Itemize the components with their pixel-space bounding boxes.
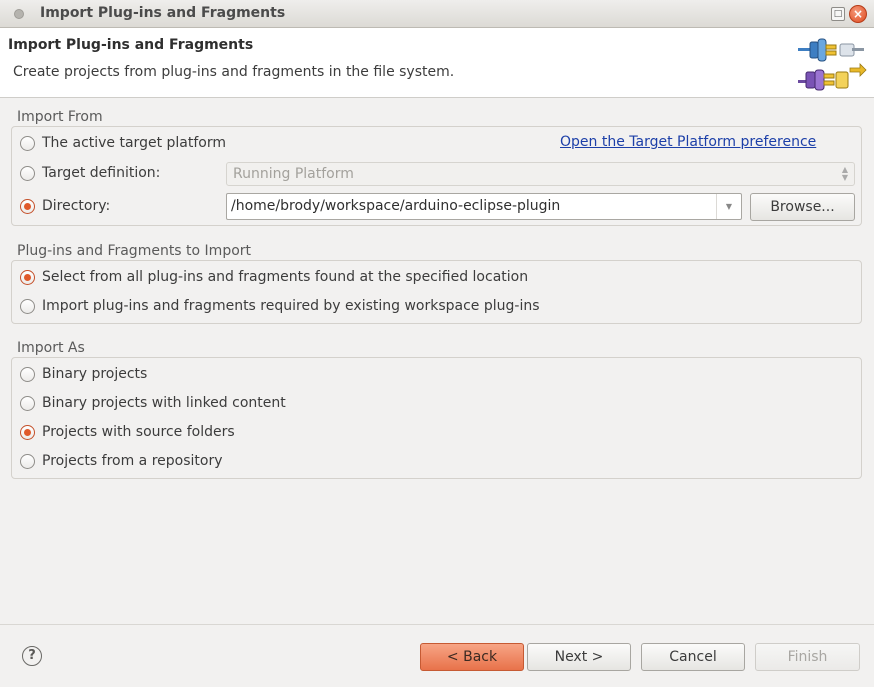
radio-target-definition-circle[interactable]	[20, 165, 35, 181]
import-as-label: Import As	[16, 340, 86, 356]
help-icon[interactable]: ?	[22, 646, 42, 666]
radio-target-definition-label: Target definition:	[42, 165, 161, 181]
radio-source-folders[interactable]: Projects with source folders	[20, 422, 235, 442]
radio-binary-linked-label: Binary projects with linked content	[42, 395, 286, 411]
wizard-title: Import Plug-ins and Fragments	[8, 37, 254, 53]
radio-active-target-circle[interactable]	[20, 135, 35, 151]
radio-required-by-workspace-circle[interactable]	[20, 298, 35, 314]
target-definition-combo: Running Platform ▲ ▼	[226, 162, 855, 186]
radio-from-repository-circle[interactable]	[20, 453, 35, 469]
footer-separator	[0, 624, 874, 625]
browse-button[interactable]: Browse...	[750, 193, 855, 221]
radio-source-folders-label: Projects with source folders	[42, 424, 235, 440]
cancel-button[interactable]: Cancel	[641, 643, 745, 671]
radio-binary-projects-label: Binary projects	[42, 366, 148, 382]
radio-directory-label: Directory:	[42, 198, 111, 214]
target-platform-preference-link[interactable]: Open the Target Platform preference	[560, 134, 816, 150]
window-titlebar: Import Plug-ins and Fragments □ ×	[0, 0, 874, 28]
radio-source-folders-circle[interactable]	[20, 424, 35, 440]
directory-input[interactable]: /home/brody/workspace/arduino-eclipse-pl…	[226, 193, 742, 220]
radio-binary-projects[interactable]: Binary projects	[20, 364, 147, 384]
back-button[interactable]: < Back	[420, 643, 524, 671]
radio-select-all-label: Select from all plug-ins and fragments f…	[42, 269, 529, 285]
window-menu-icon[interactable]	[14, 9, 24, 19]
to-import-label: Plug-ins and Fragments to Import	[16, 243, 253, 259]
radio-directory-circle[interactable]	[20, 198, 35, 214]
radio-active-target-label: The active target platform	[42, 135, 226, 151]
close-icon[interactable]: ×	[849, 5, 867, 23]
next-button[interactable]: Next >	[527, 643, 631, 671]
radio-binary-linked-circle[interactable]	[20, 395, 35, 411]
radio-target-definition[interactable]: Target definition:	[20, 163, 160, 183]
maximize-icon[interactable]: □	[831, 7, 845, 21]
directory-dropdown-icon[interactable]: ▼	[716, 194, 741, 219]
radio-from-repository-label: Projects from a repository	[42, 453, 223, 469]
wizard-header: Import Plug-ins and Fragments Create pro…	[0, 28, 874, 98]
finish-button: Finish	[755, 643, 860, 671]
radio-select-all-circle[interactable]	[20, 269, 35, 285]
radio-from-repository[interactable]: Projects from a repository	[20, 451, 223, 471]
radio-directory[interactable]: Directory:	[20, 196, 110, 216]
import-from-label: Import From	[16, 109, 104, 125]
plugin-import-icon	[796, 32, 868, 94]
target-definition-value: Running Platform	[233, 166, 354, 182]
radio-binary-projects-circle[interactable]	[20, 366, 35, 382]
wizard-description: Create projects from plug-ins and fragme…	[13, 64, 455, 80]
combo-spin-icon: ▲ ▼	[841, 165, 848, 182]
radio-required-by-workspace-label: Import plug-ins and fragments required b…	[42, 298, 540, 314]
radio-active-target[interactable]: The active target platform	[20, 133, 226, 153]
window-title: Import Plug-ins and Fragments	[40, 5, 286, 21]
radio-binary-linked[interactable]: Binary projects with linked content	[20, 393, 286, 413]
directory-value: /home/brody/workspace/arduino-eclipse-pl…	[231, 198, 561, 214]
radio-required-by-workspace[interactable]: Import plug-ins and fragments required b…	[20, 296, 540, 316]
radio-select-all[interactable]: Select from all plug-ins and fragments f…	[20, 267, 528, 287]
